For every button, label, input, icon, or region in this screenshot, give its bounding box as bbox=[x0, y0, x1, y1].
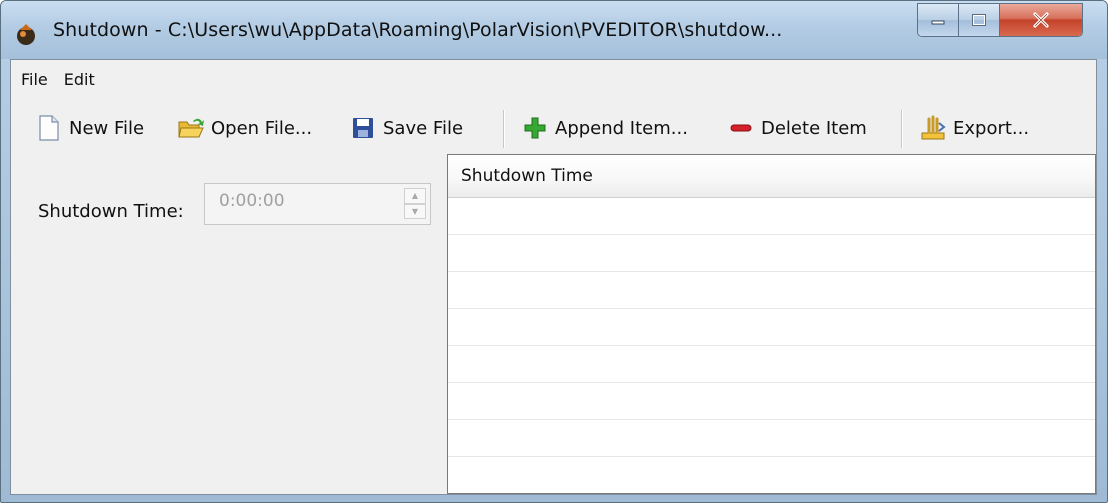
shutdown-time-label: Shutdown Time: bbox=[38, 201, 184, 222]
append-item-label: Append Item... bbox=[555, 117, 688, 139]
new-file-button[interactable]: New File bbox=[35, 110, 144, 146]
minimize-icon bbox=[931, 20, 945, 25]
toolbar-separator bbox=[503, 110, 505, 148]
save-file-label: Save File bbox=[383, 117, 464, 139]
shutdown-table[interactable]: Shutdown Time bbox=[447, 154, 1096, 494]
toolbar: New File Open File... Save File Append I bbox=[11, 104, 1096, 156]
table-row bbox=[448, 457, 1095, 493]
menu-edit[interactable]: Edit bbox=[64, 70, 95, 89]
app-bomb-icon bbox=[17, 24, 35, 45]
window-controls bbox=[917, 3, 1083, 37]
close-icon bbox=[1033, 12, 1049, 28]
window-title: Shutdown - C:\Users\wu\AppData\Roaming\P… bbox=[53, 19, 783, 41]
toolbar-separator bbox=[901, 110, 903, 148]
maximize-icon bbox=[972, 14, 986, 26]
table-row bbox=[448, 346, 1095, 383]
title-bar[interactable]: Shutdown - C:\Users\wu\AppData\Roaming\P… bbox=[1, 1, 1107, 59]
delete-item-label: Delete Item bbox=[761, 117, 867, 139]
spinner-down-button[interactable]: ▼ bbox=[404, 203, 426, 219]
spinner-buttons: ▲ ▼ bbox=[404, 188, 426, 219]
table-row bbox=[448, 198, 1095, 235]
shutdown-time-value[interactable]: 0:00:00 bbox=[219, 191, 285, 211]
shutdown-time-spinner[interactable]: 0:00:00 ▲ ▼ bbox=[204, 183, 431, 225]
new-file-icon bbox=[35, 114, 63, 142]
open-folder-icon bbox=[177, 114, 205, 142]
export-icon bbox=[919, 114, 947, 142]
save-disk-icon bbox=[349, 114, 377, 142]
spinner-up-button[interactable]: ▲ bbox=[404, 188, 426, 204]
table-row bbox=[448, 420, 1095, 457]
maximize-button[interactable] bbox=[959, 4, 1000, 36]
chevron-up-icon: ▲ bbox=[411, 191, 419, 201]
edit-panel: Shutdown Time: 0:00:00 ▲ ▼ bbox=[11, 156, 446, 494]
minimize-button[interactable] bbox=[918, 4, 959, 36]
append-item-button[interactable]: Append Item... bbox=[521, 110, 688, 146]
app-window: Shutdown - C:\Users\wu\AppData\Roaming\P… bbox=[0, 0, 1108, 503]
open-file-button[interactable]: Open File... bbox=[177, 110, 312, 146]
menu-bar: File Edit bbox=[11, 60, 1096, 98]
table-body[interactable] bbox=[448, 198, 1095, 493]
table-row bbox=[448, 235, 1095, 272]
close-button[interactable] bbox=[1000, 4, 1082, 36]
delete-item-button[interactable]: Delete Item bbox=[727, 110, 867, 146]
minus-icon bbox=[727, 114, 755, 142]
client-area: File Edit New File Open File... Save Fil… bbox=[10, 59, 1097, 495]
menu-file[interactable]: File bbox=[21, 70, 48, 89]
table-row bbox=[448, 272, 1095, 309]
export-label: Export... bbox=[953, 117, 1030, 139]
new-file-label: New File bbox=[69, 117, 145, 139]
save-file-button[interactable]: Save File bbox=[349, 110, 463, 146]
chevron-down-icon: ▼ bbox=[411, 206, 419, 216]
column-header-shutdown-time[interactable]: Shutdown Time bbox=[448, 166, 593, 186]
table-row bbox=[448, 383, 1095, 420]
open-file-label: Open File... bbox=[211, 117, 313, 139]
plus-icon bbox=[521, 114, 549, 142]
table-header: Shutdown Time bbox=[448, 155, 1095, 198]
table-row bbox=[448, 309, 1095, 346]
export-button[interactable]: Export... bbox=[919, 110, 1029, 146]
